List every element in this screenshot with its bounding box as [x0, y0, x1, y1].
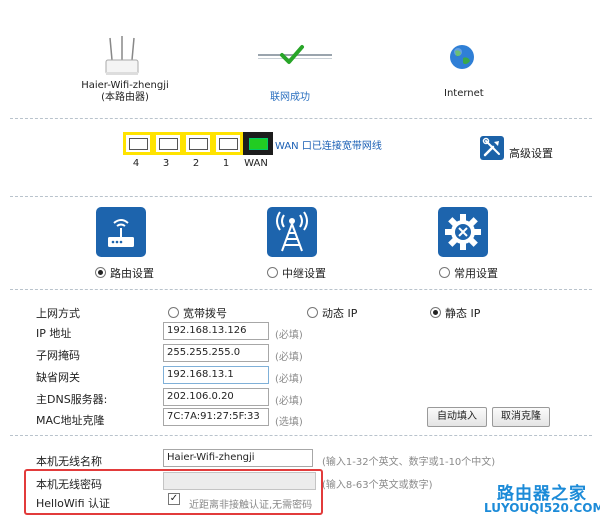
mode-router-label: 路由设置: [110, 267, 154, 280]
port-label: 1: [222, 158, 230, 169]
mode-repeater-label: 中继设置: [282, 267, 326, 280]
conn-dhcp-label: 动态 IP: [322, 307, 358, 320]
wifi-name-label: 本机无线名称: [36, 455, 102, 468]
ip-input[interactable]: 192.168.13.126: [163, 322, 269, 340]
link-status-label: 联网成功: [270, 92, 310, 103]
lan-port-1: [213, 132, 243, 155]
ip-label: IP 地址: [36, 327, 72, 340]
gateway-label: 缺省网关: [36, 371, 80, 384]
dns-label: 主DNS服务器:: [36, 393, 108, 406]
conn-static-option[interactable]: 静态 IP: [430, 305, 480, 321]
wan-status-text: WAN 口已连接宽带网线: [275, 141, 382, 152]
mode-router-radio[interactable]: [95, 267, 106, 278]
router-mode-icon[interactable]: [96, 207, 146, 257]
wifi-password-hint: (输入8-63个英文或数字): [322, 480, 433, 491]
dns-input[interactable]: 202.106.0.20: [163, 388, 269, 406]
mode-common-label: 常用设置: [454, 267, 498, 280]
connection-type-label: 上网方式: [36, 307, 80, 320]
mask-hint: (必填): [275, 352, 303, 363]
mode-common-radio[interactable]: [439, 267, 450, 278]
divider: [10, 118, 592, 119]
gateway-input[interactable]: 192.168.13.1: [163, 366, 269, 384]
cancel-clone-button[interactable]: 取消克隆: [492, 407, 550, 427]
divider: [10, 196, 592, 197]
conn-pppoe-label: 宽带拨号: [183, 307, 227, 320]
divider: [10, 435, 592, 436]
port-label: WAN: [244, 158, 268, 169]
gateway-hint: (必填): [275, 374, 303, 385]
router-name: Haier-Wifi-zhengji (本路由器): [70, 80, 180, 104]
conn-pppoe-option[interactable]: 宽带拨号: [168, 305, 227, 321]
divider: [10, 289, 592, 290]
router-sub-text: (本路由器): [101, 92, 149, 103]
dns-hint: (必填): [275, 396, 303, 407]
mode-repeater-radio[interactable]: [267, 267, 278, 278]
check-icon: [279, 44, 305, 66]
mac-input[interactable]: 7C:7A:91:27:5F:33: [163, 408, 269, 426]
wifi-name-input[interactable]: Haier-Wifi-zhengji: [163, 449, 313, 467]
highlight-box: [24, 469, 323, 515]
ip-hint: (必填): [275, 330, 303, 341]
port-label: 4: [132, 158, 140, 169]
port-label: 2: [192, 158, 200, 169]
mode-repeater-option[interactable]: 中继设置: [267, 265, 326, 281]
mode-router-option[interactable]: 路由设置: [95, 265, 154, 281]
router-icon: [102, 36, 142, 78]
lan-port-3: [153, 132, 183, 155]
advanced-settings-link[interactable]: 高级设置: [509, 145, 553, 161]
conn-static-radio[interactable]: [430, 307, 441, 318]
lan-port-4: [123, 132, 153, 155]
mask-input[interactable]: 255.255.255.0: [163, 344, 269, 362]
mac-hint: (选填): [275, 417, 303, 428]
conn-dhcp-radio[interactable]: [307, 307, 318, 318]
common-settings-gear-icon[interactable]: [438, 207, 488, 257]
mac-label: MAC地址克隆: [36, 414, 105, 427]
globe-icon: [449, 44, 475, 70]
repeater-mode-icon[interactable]: [267, 207, 317, 257]
mode-common-option[interactable]: 常用设置: [439, 265, 498, 281]
tools-icon[interactable]: [480, 136, 504, 160]
wan-port: [243, 132, 273, 155]
internet-label: Internet: [444, 88, 484, 99]
watermark-url: LUYOUQI520.COM: [484, 501, 600, 515]
lan-port-2: [183, 132, 213, 155]
port-label: 3: [162, 158, 170, 169]
auto-fill-button[interactable]: 自动填入: [427, 407, 487, 427]
mask-label: 子网掩码: [36, 349, 80, 362]
conn-pppoe-radio[interactable]: [168, 307, 179, 318]
wifi-name-hint: (输入1-32个英文、数字或1-10个中文): [322, 457, 496, 468]
conn-dhcp-option[interactable]: 动态 IP: [307, 305, 357, 321]
conn-static-label: 静态 IP: [445, 307, 481, 320]
router-name-text: Haier-Wifi-zhengji: [81, 80, 169, 91]
